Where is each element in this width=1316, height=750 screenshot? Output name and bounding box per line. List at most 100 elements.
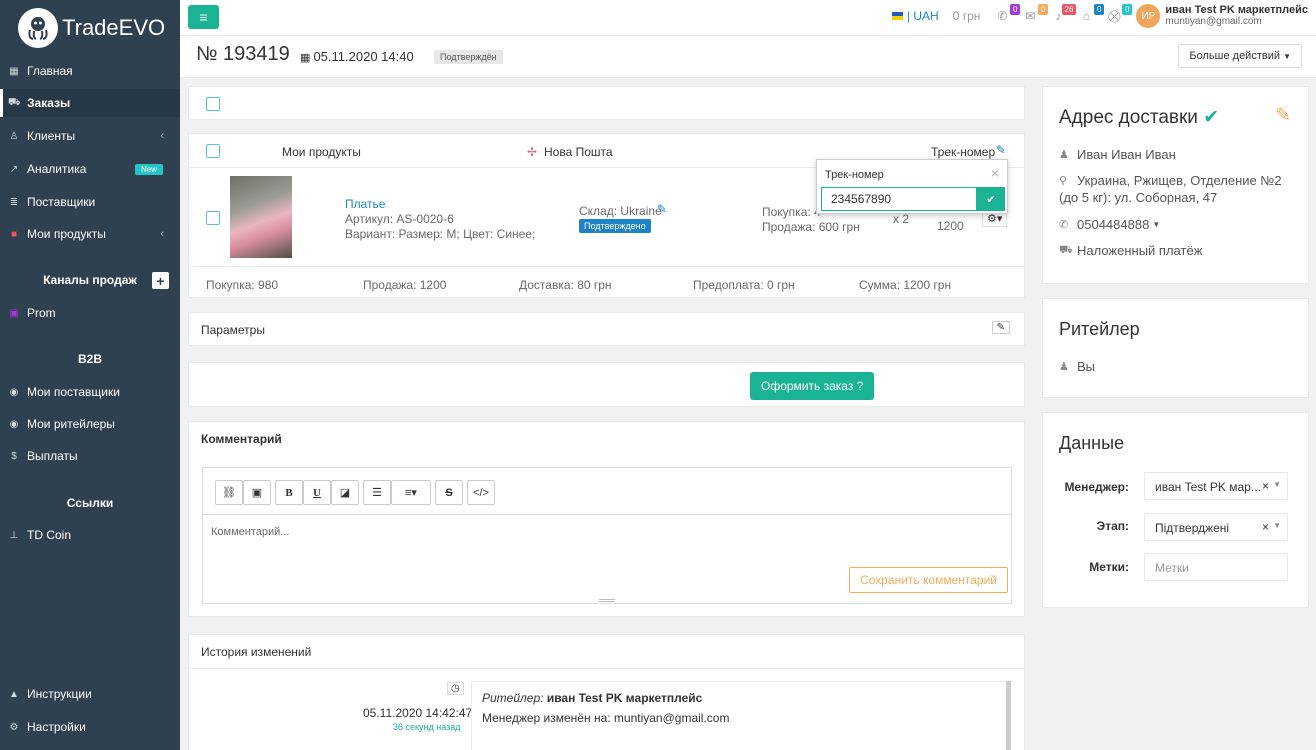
clear-icon[interactable]: ×: [1262, 479, 1269, 493]
currency-selector[interactable]: | UAH: [907, 9, 939, 23]
edit-track-icon[interactable]: ✎: [996, 143, 1006, 157]
product-image[interactable]: [230, 176, 292, 258]
sidebar-item-payouts[interactable]: $ Выплаты: [0, 442, 180, 470]
stage-select[interactable]: Підтверджені × ▼: [1144, 513, 1288, 541]
item-purchase: Покупка: 4: [762, 205, 821, 219]
cart-icon[interactable]: ⛒ 0: [1104, 4, 1133, 26]
select-all-checkbox[interactable]: [206, 97, 220, 111]
logo[interactable]: TradeEVO: [18, 8, 165, 48]
payment-method-text: Наложенный платёж: [1077, 243, 1203, 258]
balance: 0 грн: [952, 9, 981, 23]
products-select-checkbox[interactable]: [206, 144, 220, 158]
sidebar-item-my-retailers[interactable]: ◉ Мои ритейлеры: [0, 410, 180, 438]
bell-icon[interactable]: ♪ 26: [1048, 4, 1077, 26]
confirm-track-button[interactable]: ✔: [977, 187, 1005, 211]
phone[interactable]: ✆ 0504484888 ▼: [1059, 217, 1160, 232]
delivery-panel: Адрес доставки ✔ ✎ ♟ Иван Иван Иван ⚲ Укра…: [1042, 86, 1309, 284]
resize-handle[interactable]: [599, 599, 615, 602]
avatar[interactable]: ИР: [1136, 4, 1161, 28]
bank-icon[interactable]: ⌂ 0: [1076, 4, 1105, 26]
comment-placeholder[interactable]: Комментарий...: [211, 526, 289, 538]
edit-params-button[interactable]: ✎: [991, 321, 1010, 334]
history-entry: Ритейлер: иван Test PK маркетплейс Менед…: [471, 681, 1012, 750]
sidebar-item-prom[interactable]: ▣ Prom: [0, 299, 180, 327]
more-actions-button[interactable]: Больше действий ▼: [1178, 44, 1302, 68]
sidebar-item-orders[interactable]: ⛟ Заказы: [0, 89, 180, 117]
strikethrough-button[interactable]: S: [435, 480, 463, 505]
eraser-button[interactable]: ◪: [331, 480, 359, 505]
address-line2-text: (до 5 кг): ул. Соборная, 47: [1059, 190, 1218, 205]
comment-panel: Комментарий ⛓ ▣ B U ◪ ☰ ≡▾ S </> Коммент…: [188, 421, 1025, 617]
product-name-link[interactable]: Платье: [345, 197, 385, 211]
align-dropdown[interactable]: ≡▾: [391, 480, 431, 505]
sidebar-item-suppliers[interactable]: ≣ Поставщики: [0, 188, 180, 216]
box-icon: ■: [10, 228, 18, 240]
sidebar-item-label: Prom: [27, 306, 56, 320]
new-badge: New: [134, 163, 163, 175]
edit-icon: ✎: [996, 322, 1005, 333]
tags-input[interactable]: Метки: [1144, 553, 1288, 581]
link-button[interactable]: ⛓: [215, 480, 243, 505]
underline-button[interactable]: U: [303, 480, 331, 505]
bullet-list-button[interactable]: ☰: [363, 480, 391, 505]
code-icon: </>: [473, 486, 489, 499]
menu-toggle-button[interactable]: ≡: [188, 5, 219, 29]
edit-address-icon[interactable]: ✎: [1275, 104, 1291, 127]
add-channel-button[interactable]: +: [152, 272, 169, 289]
chat-count-badge: 0: [1037, 4, 1049, 15]
history-role: Ритейлер:: [482, 691, 544, 705]
sidebar-item-instructions[interactable]: ▲ Инструкции: [0, 680, 180, 708]
address-line2: (до 5 кг): ул. Соборная, 47: [1059, 190, 1217, 205]
list-icon: ☰: [372, 487, 382, 499]
place-order-button[interactable]: Оформить заказ ?: [750, 372, 875, 400]
nova-poshta-icon: ✢: [527, 145, 538, 159]
recipient-name: ♟ Иван Иван Иван: [1059, 147, 1176, 162]
sidebar-item-analytics[interactable]: ↗ Аналитика New: [0, 155, 180, 183]
bank-count-badge: 0: [1093, 4, 1105, 15]
sidebar-item-my-suppliers[interactable]: ◉ Мои поставщики: [0, 378, 180, 406]
comment-editor: ⛓ ▣ B U ◪ ☰ ≡▾ S </> Комментарий... Сохр…: [202, 467, 1012, 604]
history-scrollbar[interactable]: [1006, 681, 1011, 750]
close-icon[interactable]: ×: [991, 165, 999, 181]
phone-icon[interactable]: ✆ 0: [992, 4, 1021, 26]
sidebar-item-label: Главная: [27, 64, 73, 78]
summary-sum: Сумма: 1200 грн: [859, 278, 952, 292]
chat-icon[interactable]: ✉ 0: [1020, 4, 1049, 26]
sidebar-item-label: Поставщики: [27, 195, 96, 209]
clock-icon: ◷: [447, 682, 464, 695]
b2b-heading: B2B: [77, 352, 102, 366]
retailer-panel: Ритейлер ♟ Вы: [1042, 298, 1309, 398]
sidebar: TradeEVO ▦ Главная ⛟ Заказы ♙ Клиенты ‹ ↗ Ана…: [0, 0, 180, 750]
sidebar-item-settings[interactable]: ⚙ Настройки: [0, 713, 180, 741]
pin-icon: ⊥: [9, 529, 19, 541]
code-view-button[interactable]: </>: [467, 480, 495, 505]
edit-warehouse-icon[interactable]: ✎: [657, 202, 667, 216]
sidebar-item-label: Аналитика: [27, 162, 87, 176]
manager-value: иван Test PK мар...: [1155, 480, 1261, 494]
save-comment-button[interactable]: Сохранить комментарий: [849, 567, 1008, 593]
sidebar-item-clients[interactable]: ♙ Клиенты ‹: [0, 122, 180, 150]
clear-icon[interactable]: ×: [1262, 520, 1269, 534]
summary-sale: Продажа: 1200: [363, 278, 447, 292]
user-name: иван Test PK маркетплейс: [1165, 4, 1308, 16]
history-title: История изменений: [201, 645, 312, 659]
sidebar-item-label: Заказы: [27, 96, 71, 110]
product-checkbox[interactable]: [206, 211, 220, 225]
sidebar-item-my-products[interactable]: ■ Мои продукты ‹: [0, 220, 180, 248]
sidebar-item-home[interactable]: ▦ Главная: [0, 57, 180, 85]
align-icon: ≡▾: [405, 487, 417, 499]
sidebar-item-label: Выплаты: [27, 449, 78, 463]
bell-count-badge: 26: [1061, 4, 1077, 15]
retailer-value: ♟ Вы: [1059, 359, 1095, 374]
tags-placeholder: Метки: [1155, 561, 1189, 575]
user-menu[interactable]: иван Test PK маркетплейс muntiyan@gmail.…: [1165, 4, 1308, 28]
item-qty: x 2: [893, 212, 910, 226]
sidebar-item-td-coin[interactable]: ⊥ TD Coin: [0, 521, 180, 549]
history-ago: 36 секунд назад: [393, 722, 461, 732]
manager-select[interactable]: иван Test PK мар... × ▼: [1144, 472, 1288, 500]
bold-button[interactable]: B: [275, 480, 303, 505]
image-button[interactable]: ▣: [243, 480, 271, 505]
track-number-input[interactable]: [821, 187, 977, 211]
brand-name: TradeEVO: [62, 15, 166, 40]
order-status-badge: Подтверждён: [434, 50, 503, 64]
